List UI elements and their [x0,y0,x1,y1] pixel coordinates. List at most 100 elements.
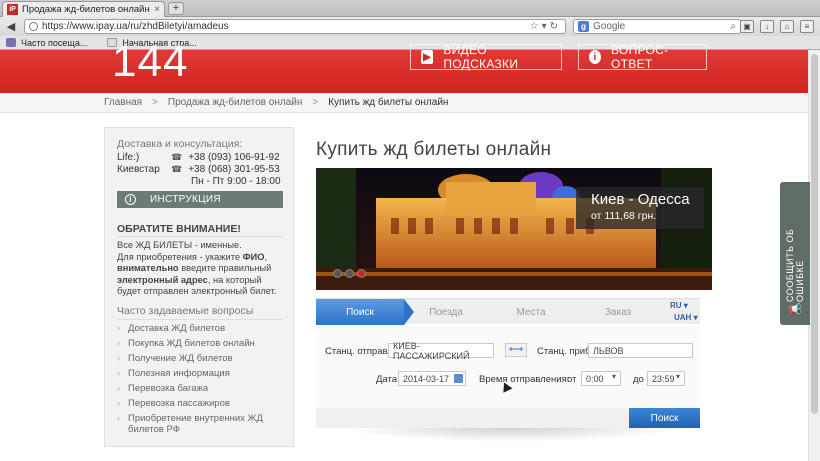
page-title: Купить жд билеты онлайн [316,139,552,160]
chevron-right-icon: › [117,338,120,348]
site-favicon-icon: iP [7,4,18,15]
chevron-down-icon: ▾ [675,372,680,381]
faq-list: › Доставка ЖД билетов › Покупка ЖД билетов… [117,323,287,439]
breadcrumb-current: Купить жд билеты онлайн [328,97,449,108]
bookmark-most-visited[interactable]: Часто посеща... [6,38,87,48]
faq-item-label: Перевозка багажа [128,383,209,394]
carousel-dot[interactable] [333,269,342,278]
info-icon: i [125,194,136,205]
address-bar[interactable]: https://www.ipay.ua/ru/zhdBiletyi/amadeu… [24,19,566,34]
form-shadow [340,428,680,442]
chevron-right-icon: › [117,398,120,408]
faq-item[interactable]: › Полезная информация [117,368,287,383]
chevron-right-icon: › [117,413,120,423]
date-value: 2014-03-17 [403,373,450,384]
faq-button[interactable]: i ВОПРОС-ОТВЕТ [578,43,707,71]
attention-bold: ФИО [242,251,265,262]
step-trains[interactable]: Поезда [416,299,476,325]
language-select[interactable]: RU ▾ [670,301,688,310]
from-station-value: КИЕВ-ПАССАЖИРСКИЙ [393,340,470,361]
attention-text: Все ЖД БИЛЕТЫ - именные. Для приобретени… [117,240,287,298]
faq-title: Часто задаваемые вопросы [117,305,254,317]
phone-number: +38 (068) 301-95-53 [188,164,280,175]
bookmark-star-icon[interactable]: ☆▾↻ [530,21,561,32]
faq-item[interactable]: › Доставка ЖД билетов [117,323,287,338]
working-hours: Пн - Пт 9:00 - 18:00 [191,176,281,187]
report-error-label: СООБЩИТЬ ОБ ОШИБКЕ [785,228,805,302]
step-search[interactable]: Поиск [316,299,404,325]
banner-route: Киев - Одесса [591,191,690,208]
swap-stations-button[interactable]: ⟷ [505,343,527,357]
search-box[interactable]: g Google ⌕ [573,19,741,34]
info-icon: i [589,50,602,64]
breadcrumb-home[interactable]: Главная [104,97,142,108]
from-time-value: 0:00 [586,373,604,384]
faq-item[interactable]: › Перевозка пассажиров [117,398,287,413]
step-order[interactable]: Заказ [588,299,648,325]
back-arrow-icon[interactable]: ◀ [4,20,18,34]
folder-icon [6,38,16,47]
currency-select[interactable]: UAH ▾ [674,313,698,322]
attention-fragment: , [264,251,268,262]
instruction-button[interactable]: i ИНСТРУКЦИЯ [117,191,283,208]
close-icon[interactable]: × [154,4,160,15]
booking-steps: Поиск Поезда Места Заказ RU ▾ UAH ▾ [316,298,700,325]
new-tab-button[interactable]: + [168,2,184,15]
chevron-right-icon: › [117,383,120,393]
browser-tab[interactable]: iP Продажа жд-билетов онлайн |... × [2,1,165,17]
faq-item[interactable]: › Приобретение внутренних ЖД билетов РФ [117,413,287,439]
attention-line: внимательно введите правильный [117,263,287,275]
browser-tab-bar: iP Продажа жд-билетов онлайн |... × + [0,0,820,17]
faq-item-label: Доставка ЖД билетов [128,323,226,334]
carousel-dots [333,269,366,278]
attention-line: Все ЖД БИЛЕТЫ - именные. [117,240,242,250]
attention-title: ОБРАТИТЕ ВНИМАНИЕ! [117,223,241,235]
attention-line: будет отправлен электронный билет. [117,286,277,297]
browser-nav-bar: ◀ https://www.ipay.ua/ru/zhdBiletyi/amad… [0,17,820,36]
attention-bold: электронный адрес [117,274,208,285]
faq-item[interactable]: › Получение ЖД билетов [117,353,287,368]
from-station-label: Станц. отправл. [325,346,396,357]
instruction-label: ИНСТРУКЦИЯ [150,194,221,205]
scroll-thumb[interactable] [811,54,818,414]
menu-icon[interactable]: ≡ [800,20,814,33]
from-station-input[interactable]: КИЕВ-ПАССАЖИРСКИЙ [388,340,494,361]
to-time-value: 23:59 [652,373,675,384]
contact-row-kyivstar: Киевстар ☎ +38 (068) 301-95-53 [117,164,280,175]
search-icon[interactable]: ⌕ [730,21,736,32]
to-time-select[interactable]: 23:59 ▾ [647,371,685,386]
video-hints-button[interactable]: ▶ ВИДЕО ПОДСКАЗКИ [410,43,562,71]
phone-icon: ☎ [171,164,183,174]
breadcrumb: Главная > Продажа жд-билетов онлайн > Ку… [0,93,808,113]
breadcrumb-rail-tickets[interactable]: Продажа жд-билетов онлайн [168,97,302,108]
calendar-icon[interactable] [454,374,463,383]
attention-line: Для приобретения - укажите ФИО, [117,252,287,264]
chevron-right-icon: › [117,323,120,333]
sidebar: Доставка и консультация: Life:) ☎ +38 (0… [104,127,294,447]
faq-item-label: Приобретение внутренних ЖД билетов РФ [128,413,263,435]
faq-item[interactable]: › Перевозка багажа [117,383,287,398]
search-placeholder: Google [593,21,626,32]
to-station-input[interactable]: ЛЬВОВ [588,343,693,358]
home-icon[interactable]: ⌂ [780,20,794,33]
attention-fragment: , на который [207,274,262,285]
attention-fragment: введите правильный [178,263,272,274]
carousel-dot-active[interactable] [357,269,366,278]
to-station-value: ЛЬВОВ [593,345,624,356]
step-seats[interactable]: Места [501,299,561,325]
chevron-right-icon: › [117,353,120,363]
from-time-select[interactable]: 0:00 ▾ [581,371,621,386]
operator-name: Киевстар [117,164,160,175]
contact-row-life: Life:) ☎ +38 (093) 106-91-92 [117,152,280,163]
download-icon[interactable]: ↓ [760,20,774,33]
faq-item[interactable]: › Покупка ЖД билетов онлайн [117,338,287,353]
screenshot-icon[interactable]: ▣ [740,20,754,33]
faq-item-label: Покупка ЖД билетов онлайн [128,338,255,349]
date-input[interactable]: 2014-03-17 [398,371,466,386]
search-button[interactable]: Поиск [629,408,700,428]
carousel-dot[interactable] [345,269,354,278]
video-icon: ▶ [421,50,434,64]
banner-price: от 111,68 грн. [591,210,657,222]
faq-item-label: Перевозка пассажиров [128,398,230,409]
attention-fragment: Для приобретения - укажите [117,251,243,262]
